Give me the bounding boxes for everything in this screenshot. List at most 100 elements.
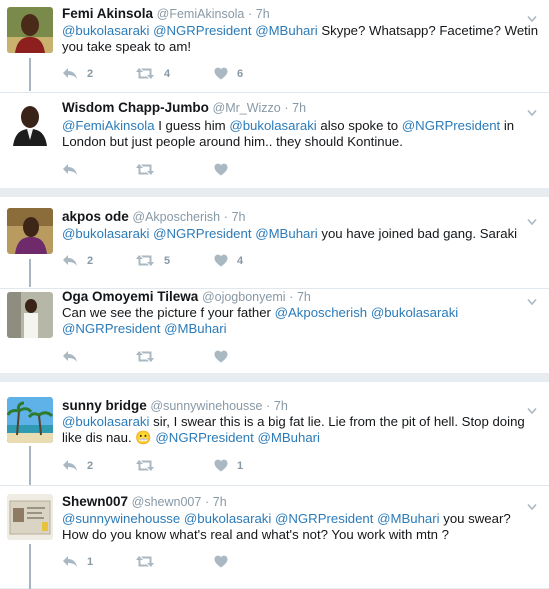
timestamp[interactable]: 7h bbox=[256, 7, 270, 21]
user-handle[interactable]: @shewn007 bbox=[132, 495, 202, 509]
mention-link[interactable]: @bukolasaraki bbox=[184, 511, 271, 526]
retweet-button[interactable] bbox=[135, 459, 164, 472]
retweet-icon bbox=[136, 164, 154, 175]
user-handle[interactable]: @sunnywinehousse bbox=[150, 399, 262, 413]
more-options-icon[interactable] bbox=[527, 293, 537, 306]
mention-link[interactable]: @MBuhari bbox=[255, 23, 318, 38]
oga-avatar[interactable] bbox=[7, 292, 53, 338]
display-name[interactable]: Oga Omoyemi Tilewa bbox=[62, 289, 198, 304]
retweet-button[interactable] bbox=[135, 350, 164, 363]
timestamp[interactable]: 7h bbox=[274, 399, 288, 413]
timestamp[interactable]: 7h bbox=[232, 210, 246, 224]
mention-link[interactable]: @MBuhari bbox=[164, 321, 227, 336]
heart-icon bbox=[214, 67, 228, 80]
reply-button[interactable]: 2 bbox=[62, 254, 93, 267]
mention-link[interactable]: @bukolasaraki bbox=[371, 305, 458, 320]
timestamp[interactable]: 7h bbox=[297, 290, 311, 304]
tweet[interactable]: Wisdom Chapp-Jumbo @Mr_Wizzo · 7h @FemiA… bbox=[0, 92, 549, 188]
reply-icon bbox=[63, 164, 77, 175]
reply-button[interactable] bbox=[62, 163, 87, 176]
conversation-group: akpos ode @Akposcherish · 7h @bukolasara… bbox=[0, 197, 549, 373]
mention-link[interactable]: @NGRPresident bbox=[402, 118, 500, 133]
display-name[interactable]: akpos ode bbox=[62, 209, 129, 224]
retweet-button[interactable] bbox=[135, 163, 164, 176]
tweet-text: you have joined bad gang. Saraki bbox=[317, 226, 518, 241]
mention-link[interactable]: @bukolasaraki bbox=[62, 23, 149, 38]
mention-link[interactable]: @sunnywinehousse bbox=[62, 511, 180, 526]
reply-icon bbox=[63, 68, 77, 79]
reply-button[interactable]: 1 bbox=[62, 555, 93, 568]
mention-link[interactable]: @bukolasaraki bbox=[229, 118, 316, 133]
like-count: 6 bbox=[237, 67, 244, 80]
user-handle[interactable]: @Mr_Wizzo bbox=[213, 101, 281, 115]
reply-icon bbox=[63, 460, 77, 471]
user-handle[interactable]: @ojogbonyemi bbox=[202, 290, 286, 304]
user-handle[interactable]: @FemiAkinsola bbox=[157, 7, 245, 21]
more-options-icon[interactable] bbox=[527, 213, 537, 226]
retweet-button[interactable]: 4 bbox=[135, 67, 170, 80]
more-options-icon[interactable] bbox=[527, 10, 537, 23]
tweet[interactable]: sunny bridge @sunnywinehousse · 7h @buko… bbox=[0, 382, 549, 485]
retweet-icon bbox=[136, 351, 154, 362]
mention-link[interactable]: @NGRPresident bbox=[155, 430, 253, 445]
display-name[interactable]: Wisdom Chapp-Jumbo bbox=[62, 100, 209, 115]
like-count: 4 bbox=[237, 254, 244, 267]
reply-button[interactable]: 2 bbox=[62, 67, 93, 80]
sunny-avatar[interactable] bbox=[7, 397, 53, 443]
like-button[interactable]: 4 bbox=[214, 254, 243, 267]
conversation-group: Femi Akinsola @FemiAkinsola · 7h @bukola… bbox=[0, 0, 549, 188]
shewn-avatar[interactable] bbox=[7, 494, 53, 540]
tweet[interactable]: Shewn007 @shewn007 · 7h @sunnywinehousse… bbox=[0, 485, 549, 589]
like-button[interactable]: 6 bbox=[214, 67, 243, 80]
retweet-icon bbox=[136, 255, 154, 266]
mention-link[interactable]: @NGRPresident bbox=[275, 511, 373, 526]
mention-link[interactable]: @Akposcherish bbox=[275, 305, 368, 320]
mention-link[interactable]: @NGRPresident bbox=[153, 226, 251, 241]
retweet-icon bbox=[136, 460, 154, 471]
tweet-body: @bukolasaraki sir, I swear this is a big… bbox=[62, 414, 539, 446]
more-options-icon[interactable] bbox=[527, 104, 537, 117]
timestamp[interactable]: 7h bbox=[292, 101, 306, 115]
tweet-body: @sunnywinehousse @bukolasaraki @NGRPresi… bbox=[62, 511, 539, 543]
heart-icon bbox=[214, 254, 228, 267]
mention-link[interactable]: @bukolasaraki bbox=[62, 414, 149, 429]
retweet-button[interactable] bbox=[135, 555, 164, 568]
tweet[interactable]: akpos ode @Akposcherish · 7h @bukolasara… bbox=[0, 197, 549, 288]
display-name[interactable]: Shewn007 bbox=[62, 494, 128, 509]
like-button[interactable] bbox=[214, 163, 237, 176]
heart-icon bbox=[214, 163, 228, 176]
akpos-avatar[interactable] bbox=[7, 208, 53, 254]
mention-link[interactable]: @bukolasaraki bbox=[62, 226, 149, 241]
reply-button[interactable] bbox=[62, 350, 87, 363]
like-button[interactable] bbox=[214, 555, 237, 568]
mention-link[interactable]: @FemiAkinsola bbox=[62, 118, 155, 133]
display-name[interactable]: sunny bridge bbox=[62, 398, 147, 413]
grimacing-emoji-icon: 😬 bbox=[135, 430, 152, 445]
mention-link[interactable]: @MBuhari bbox=[257, 430, 320, 445]
separator-dot: · bbox=[266, 399, 271, 413]
tweet[interactable]: Femi Akinsola @FemiAkinsola · 7h @bukola… bbox=[0, 0, 549, 92]
retweet-button[interactable]: 5 bbox=[135, 254, 170, 267]
wisdom-avatar[interactable] bbox=[7, 100, 53, 146]
mention-link[interactable]: @MBuhari bbox=[255, 226, 318, 241]
display-name[interactable]: Femi Akinsola bbox=[62, 6, 153, 21]
retweet-count: 4 bbox=[164, 67, 171, 80]
more-options-icon[interactable] bbox=[527, 498, 537, 511]
user-handle[interactable]: @Akposcherish bbox=[132, 210, 220, 224]
reply-count: 2 bbox=[87, 67, 94, 80]
mention-link[interactable]: @MBuhari bbox=[377, 511, 440, 526]
reply-count: 2 bbox=[87, 459, 94, 472]
more-options-icon[interactable] bbox=[527, 402, 537, 415]
mention-link[interactable]: @NGRPresident bbox=[153, 23, 251, 38]
heart-icon bbox=[214, 459, 228, 472]
retweet-count: 5 bbox=[164, 254, 171, 267]
tweet[interactable]: Oga Omoyemi Tilewa @ojogbonyemi · 7h Can… bbox=[0, 288, 549, 373]
like-button[interactable]: 1 bbox=[214, 459, 243, 472]
mention-link[interactable]: @NGRPresident bbox=[62, 321, 160, 336]
femi-avatar[interactable] bbox=[7, 7, 53, 53]
like-button[interactable] bbox=[214, 350, 237, 363]
thread-line bbox=[29, 259, 31, 287]
reply-button[interactable]: 2 bbox=[62, 459, 93, 472]
tweet-body: @bukolasaraki @NGRPresident @MBuhari Sky… bbox=[62, 23, 539, 55]
timestamp[interactable]: 7h bbox=[213, 495, 227, 509]
